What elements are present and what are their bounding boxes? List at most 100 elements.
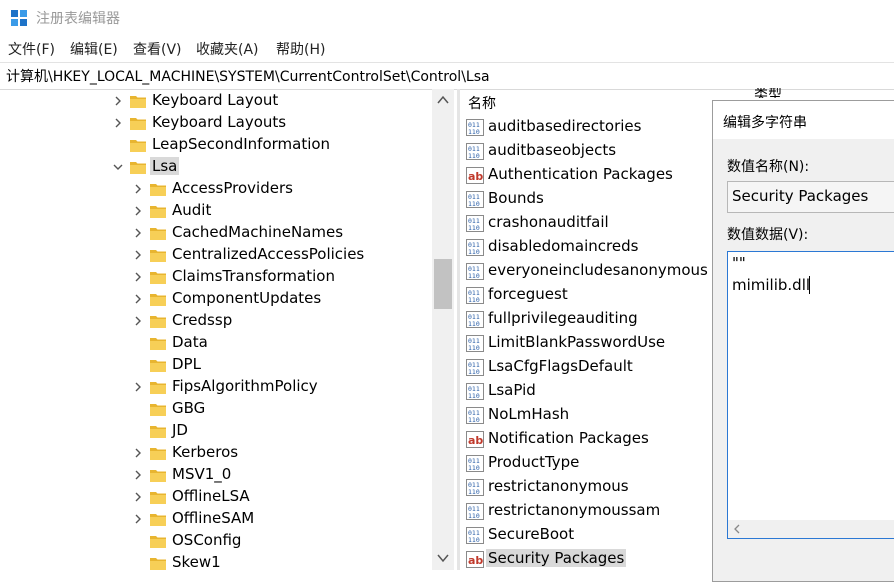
scroll-down-icon[interactable] bbox=[437, 553, 449, 563]
svg-text:ab: ab bbox=[468, 434, 483, 447]
chevron-right-icon[interactable] bbox=[132, 227, 144, 239]
dialog-body: 数值名称(N): Security Packages 数值数据(V): "" m… bbox=[713, 139, 894, 581]
value-name: restrictanonymous bbox=[488, 477, 629, 495]
value-name: SecureBoot bbox=[488, 525, 575, 543]
tree-item[interactable]: AccessProviders bbox=[0, 178, 430, 200]
chevron-right-icon[interactable] bbox=[132, 249, 144, 261]
svg-text:110: 110 bbox=[468, 488, 480, 496]
chevron-right-icon[interactable] bbox=[132, 271, 144, 283]
chevron-right-icon[interactable] bbox=[132, 205, 144, 217]
tree-item[interactable]: Audit bbox=[0, 200, 430, 222]
tree-item[interactable]: OfflineLSA bbox=[0, 486, 430, 508]
folder-icon bbox=[150, 316, 166, 328]
address-bar[interactable]: 计算机\HKEY_LOCAL_MACHINE\SYSTEM\CurrentCon… bbox=[0, 62, 894, 90]
chevron-right-icon[interactable] bbox=[132, 183, 144, 195]
tree-item[interactable]: Credssp bbox=[0, 310, 430, 332]
menu-help[interactable]: 帮助(H) bbox=[276, 39, 325, 59]
scroll-up-icon[interactable] bbox=[437, 95, 449, 105]
binary-value-icon: 011110 bbox=[466, 119, 484, 136]
value-name-field[interactable]: Security Packages bbox=[727, 181, 894, 213]
tree-item-label: CentralizedAccessPolicies bbox=[172, 245, 365, 263]
tree-item[interactable]: Data bbox=[0, 332, 430, 354]
value-name: LsaPid bbox=[488, 381, 536, 399]
folder-icon bbox=[150, 206, 166, 218]
text-caret bbox=[809, 276, 810, 294]
menu-file[interactable]: 文件(F) bbox=[8, 39, 55, 59]
chevron-right-icon[interactable] bbox=[132, 293, 144, 305]
tree-scrollbar[interactable] bbox=[432, 89, 454, 570]
tree-item[interactable]: ClaimsTransformation bbox=[0, 266, 430, 288]
chevron-right-icon[interactable] bbox=[132, 513, 144, 525]
svg-text:ab: ab bbox=[468, 170, 483, 183]
chevron-right-icon[interactable] bbox=[112, 117, 124, 129]
tree-item[interactable]: FipsAlgorithmPolicy bbox=[0, 376, 430, 398]
binary-value-icon: 011110 bbox=[466, 527, 484, 544]
binary-value-icon: 011110 bbox=[466, 215, 484, 232]
type-column-header[interactable]: 类型 bbox=[754, 88, 782, 98]
folder-icon bbox=[130, 140, 146, 152]
tree-item-label: OSConfig bbox=[172, 531, 242, 549]
menu-favorites[interactable]: 收藏夹(A) bbox=[196, 39, 259, 59]
chevron-right-icon[interactable] bbox=[132, 315, 144, 327]
tree-item-label: ComponentUpdates bbox=[172, 289, 322, 307]
tree-item-label: Credssp bbox=[172, 311, 233, 329]
binary-value-icon: 011110 bbox=[466, 359, 484, 376]
chevron-right-icon[interactable] bbox=[132, 491, 144, 503]
folder-icon bbox=[150, 272, 166, 284]
name-column-header[interactable]: 名称 bbox=[468, 93, 496, 113]
chevron-right-icon[interactable] bbox=[132, 469, 144, 481]
tree-item[interactable]: MSV1_0 bbox=[0, 464, 430, 486]
tree-item[interactable]: CentralizedAccessPolicies bbox=[0, 244, 430, 266]
chevron-right-icon[interactable] bbox=[132, 447, 144, 459]
binary-value-icon: 011110 bbox=[466, 239, 484, 256]
value-name: forceguest bbox=[488, 285, 568, 303]
binary-value-icon: 011110 bbox=[466, 143, 484, 160]
menu-view[interactable]: 查看(V) bbox=[133, 39, 182, 59]
data-line: mimilib.dll bbox=[732, 276, 811, 294]
binary-value-icon: 011110 bbox=[466, 503, 484, 520]
chevron-down-icon[interactable] bbox=[112, 161, 124, 173]
string-value-icon: ab bbox=[466, 551, 484, 568]
tree-item[interactable]: JD bbox=[0, 420, 430, 442]
tree-item[interactable]: Kerberos bbox=[0, 442, 430, 464]
title-bar: 注册表编辑器 bbox=[0, 0, 894, 36]
tree-item[interactable]: OSConfig bbox=[0, 530, 430, 552]
chevron-right-icon[interactable] bbox=[132, 381, 144, 393]
tree-item[interactable]: CachedMachineNames bbox=[0, 222, 430, 244]
menu-bar: 文件(F) 编辑(E) 查看(V) 收藏夹(A) 帮助(H) bbox=[0, 36, 894, 62]
folder-icon bbox=[150, 250, 166, 262]
scroll-thumb[interactable] bbox=[434, 259, 452, 309]
binary-value-icon: 011110 bbox=[466, 263, 484, 280]
chevron-right-icon[interactable] bbox=[112, 95, 124, 107]
tree-item-label: OfflineLSA bbox=[172, 487, 250, 505]
value-name: crashonauditfail bbox=[488, 213, 609, 231]
value-name: Authentication Packages bbox=[488, 165, 673, 183]
tree-item[interactable]: Skew1 bbox=[0, 552, 430, 570]
tree-item[interactable]: LeapSecondInformation bbox=[0, 134, 430, 156]
folder-icon bbox=[150, 558, 166, 570]
folder-icon bbox=[150, 514, 166, 526]
folder-icon bbox=[150, 492, 166, 504]
tree-item[interactable]: Keyboard Layout bbox=[0, 90, 430, 112]
tree-item[interactable]: GBG bbox=[0, 398, 430, 420]
value-data-label: 数值数据(V): bbox=[727, 227, 809, 243]
folder-icon bbox=[130, 118, 146, 130]
tree-item[interactable]: Keyboard Layouts bbox=[0, 112, 430, 134]
folder-icon bbox=[150, 448, 166, 460]
tree-item[interactable]: Lsa bbox=[0, 156, 430, 178]
address-path[interactable]: 计算机\HKEY_LOCAL_MACHINE\SYSTEM\CurrentCon… bbox=[6, 66, 490, 86]
svg-text:110: 110 bbox=[468, 368, 480, 376]
binary-value-icon: 011110 bbox=[466, 191, 484, 208]
tree-item[interactable]: OfflineSAM bbox=[0, 508, 430, 530]
scroll-left-icon[interactable] bbox=[733, 524, 741, 534]
value-name: Bounds bbox=[488, 189, 544, 207]
data-line: "" bbox=[732, 254, 746, 272]
data-horizontal-scrollbar[interactable] bbox=[728, 520, 894, 538]
tree-item-label: AccessProviders bbox=[172, 179, 293, 197]
tree-item[interactable]: ComponentUpdates bbox=[0, 288, 430, 310]
menu-edit[interactable]: 编辑(E) bbox=[70, 39, 118, 59]
value-name: LimitBlankPasswordUse bbox=[488, 333, 666, 351]
folder-icon bbox=[130, 96, 146, 108]
tree-item[interactable]: DPL bbox=[0, 354, 430, 376]
value-data-textarea[interactable]: "" mimilib.dll bbox=[727, 251, 894, 539]
